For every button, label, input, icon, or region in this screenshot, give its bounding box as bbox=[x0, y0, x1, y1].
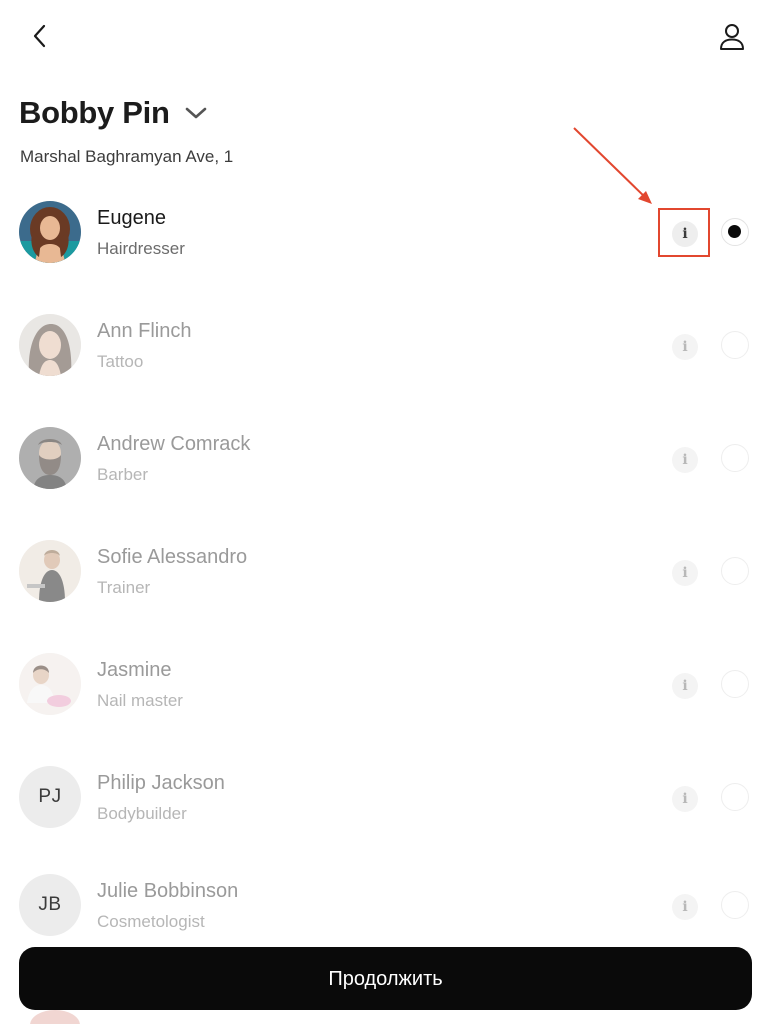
top-bar bbox=[0, 0, 770, 72]
avatar bbox=[30, 1010, 80, 1024]
info-button[interactable]: i bbox=[672, 673, 698, 699]
staff-row[interactable]: Jasmine Nail master i bbox=[0, 642, 770, 742]
select-radio[interactable] bbox=[721, 670, 749, 698]
profile-button[interactable] bbox=[714, 20, 750, 56]
staff-role: Nail master bbox=[97, 691, 183, 710]
select-radio[interactable] bbox=[721, 444, 749, 472]
staff-name: Jasmine bbox=[97, 659, 172, 681]
avatar-initials: PJ bbox=[38, 786, 62, 807]
staff-role: Tattoo bbox=[97, 352, 144, 371]
person-photo-curly-hair-icon bbox=[19, 201, 81, 263]
person-photo-bearded-icon bbox=[19, 427, 81, 489]
person-photo-fitness-icon bbox=[19, 540, 81, 602]
staff-role: Hairdresser bbox=[97, 239, 185, 258]
select-radio[interactable] bbox=[721, 783, 749, 811]
select-radio[interactable] bbox=[721, 891, 749, 919]
staff-role: Barber bbox=[97, 465, 149, 484]
user-icon bbox=[720, 24, 744, 50]
staff-row[interactable]: PJ Philip Jackson Bodybuilder i bbox=[0, 755, 770, 855]
continue-button[interactable]: Продолжить bbox=[19, 947, 752, 1010]
staff-role: Trainer bbox=[97, 578, 151, 597]
person-photo-nails-icon bbox=[19, 653, 81, 715]
chevron-left-icon bbox=[33, 24, 46, 48]
salon-name: Bobby Pin bbox=[19, 95, 170, 130]
avatar bbox=[19, 653, 81, 715]
avatar bbox=[19, 314, 81, 376]
staff-name: Philip Jackson bbox=[97, 772, 225, 794]
staff-row[interactable]: Ann Flinch Tattoo i bbox=[0, 303, 770, 403]
avatar bbox=[19, 201, 81, 263]
avatar bbox=[19, 540, 81, 602]
select-radio[interactable] bbox=[721, 331, 749, 359]
salon-address: Marshal Baghramyan Ave, 1 bbox=[20, 147, 234, 166]
salon-selector[interactable]: Bobby Pin bbox=[19, 95, 210, 131]
staff-row[interactable]: Andrew Comrack Barber i bbox=[0, 416, 770, 516]
staff-name: Andrew Comrack bbox=[97, 433, 251, 455]
staff-name: Julie Bobbinson bbox=[97, 880, 239, 902]
avatar bbox=[19, 427, 81, 489]
avatar: JB bbox=[19, 874, 81, 936]
info-button[interactable]: i bbox=[672, 221, 698, 247]
person-photo-dark-hair-icon bbox=[19, 314, 81, 376]
select-radio[interactable] bbox=[721, 557, 749, 585]
next-row-peek bbox=[0, 1010, 770, 1024]
staff-name: Sofie Alessandro bbox=[97, 546, 248, 568]
info-button[interactable]: i bbox=[672, 334, 698, 360]
avatar-initials: JB bbox=[38, 894, 62, 915]
staff-role: Cosmetologist bbox=[97, 912, 205, 931]
chevron-down-icon bbox=[185, 107, 206, 119]
select-radio[interactable] bbox=[721, 218, 749, 246]
info-button[interactable]: i bbox=[672, 894, 698, 920]
staff-name: Eugene bbox=[97, 207, 166, 229]
avatar: PJ bbox=[19, 766, 81, 828]
staff-row[interactable]: Sofie Alessandro Trainer i bbox=[0, 529, 770, 629]
staff-name: Ann Flinch bbox=[97, 320, 192, 342]
info-button[interactable]: i bbox=[672, 560, 698, 586]
info-button[interactable]: i bbox=[672, 786, 698, 812]
info-button[interactable]: i bbox=[672, 447, 698, 473]
staff-role: Bodybuilder bbox=[97, 804, 187, 823]
staff-row[interactable]: Eugene Hairdresser i bbox=[0, 190, 770, 290]
back-button[interactable] bbox=[24, 20, 56, 52]
